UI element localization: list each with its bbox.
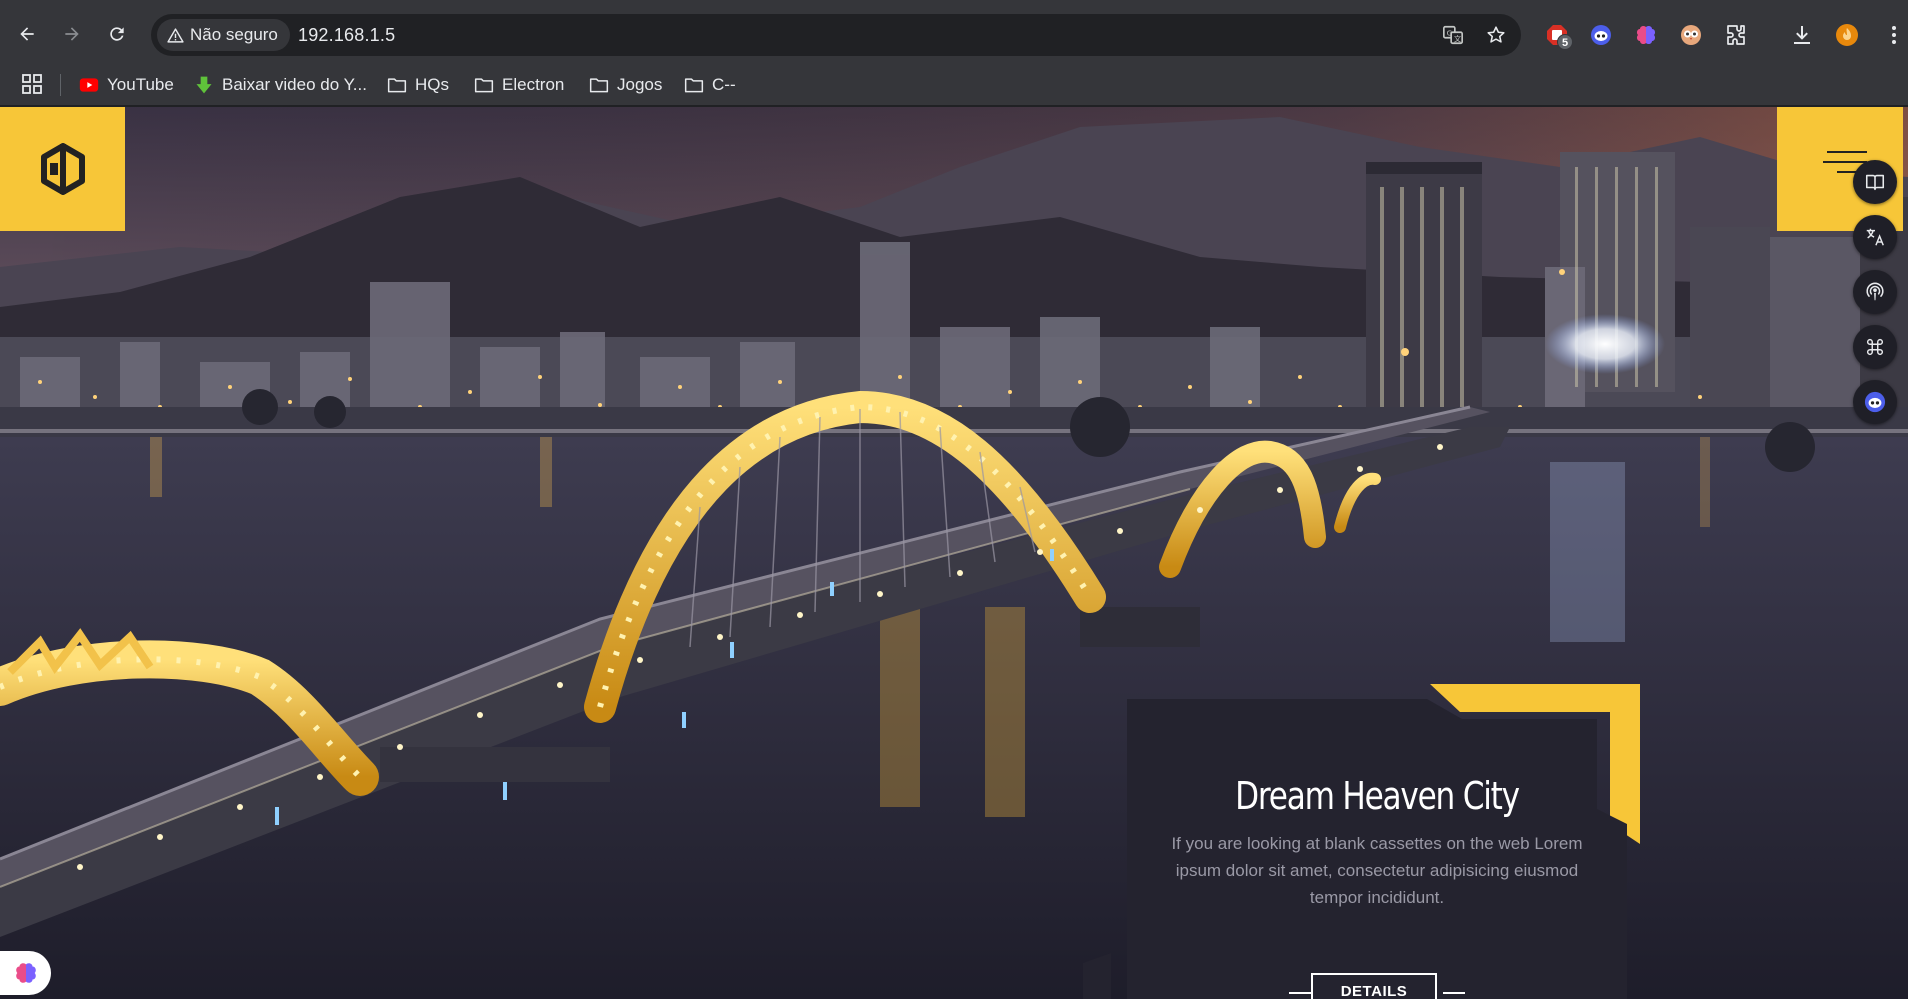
url-text[interactable]: 192.168.1.5 [298,25,395,46]
extension-badge: 5 [1557,34,1573,50]
bookmarks-divider [60,74,61,96]
address-bar[interactable]: Não seguro 192.168.1.5 G文 [151,14,1521,56]
robot-icon [1864,391,1886,413]
bookmark-label: Jogos [617,75,663,94]
bookmark-folder-electron[interactable]: Electron [474,72,564,98]
decor-line-left [1289,992,1311,994]
warning-icon [167,27,184,43]
profile-button[interactable] [1833,21,1861,49]
browser-toolbar: Não seguro 192.168.1.5 G文 5 [0,0,1908,70]
extensions-menu-button[interactable] [1722,21,1750,49]
card-title: Dream Heaven City [1235,774,1520,818]
site-logo[interactable] [0,107,125,231]
robot-face-icon [1591,25,1611,45]
downloads-button[interactable] [1788,21,1816,49]
rail-reader-button[interactable] [1853,160,1897,204]
podcast-icon [1866,282,1884,301]
rail-translate-button[interactable] [1853,215,1897,259]
details-button-group: DETAILS [1289,973,1465,999]
feature-card: Dream Heaven City If you are looking at … [1127,699,1627,999]
bookmark-folder-hqs[interactable]: HQs [387,72,449,98]
reload-icon [110,27,124,41]
bookmark-folder-c[interactable]: C-- [684,72,736,98]
avatar-icon [1836,24,1858,46]
forward-button[interactable] [55,17,89,51]
kebab-menu-icon [1892,26,1896,44]
translate-page-button[interactable]: G文 [1441,23,1465,47]
folder-icon [684,78,704,93]
command-icon [1866,338,1884,356]
folder-icon [387,78,407,93]
bookmark-star-button[interactable] [1484,23,1508,47]
book-icon [1865,174,1885,191]
youtube-icon [79,78,99,92]
download-icon [1794,26,1810,44]
svg-text:文: 文 [1454,34,1462,43]
logo-mark-icon [40,143,85,195]
page-viewport: Dream Heaven City If you are looking at … [0,107,1908,999]
card-description: If you are looking at blank cassettes on… [1171,834,1583,907]
bookmark-youtube[interactable]: YouTube [79,72,174,98]
extension-owl[interactable] [1677,21,1705,49]
extension-adblock[interactable]: 5 [1543,21,1573,50]
reload-button[interactable] [100,17,134,51]
arrow-left-icon [20,27,34,41]
bookmark-video-downloader[interactable]: Baixar video do Y... [194,72,367,98]
bookmarks-bar: YouTube Baixar video do Y... HQs Electro… [0,64,1908,106]
brain-icon [1636,25,1656,45]
bookmark-label: Baixar video do Y... [222,75,367,94]
bookmark-label: YouTube [107,75,174,94]
puzzle-icon [1727,25,1745,45]
extension-robot[interactable] [1587,21,1615,49]
bookmark-label: HQs [415,75,449,94]
brain-icon [15,963,36,983]
browser-menu-button[interactable] [1880,21,1908,49]
download-arrow-icon [196,76,212,94]
arrow-right-icon [65,27,79,41]
owl-icon [1681,25,1701,45]
folder-icon [474,78,494,93]
apps-grid-icon[interactable] [20,72,44,96]
rail-assistant-button[interactable] [1853,380,1897,424]
bookmark-folder-jogos[interactable]: Jogos [589,72,662,98]
extension-brain[interactable] [1632,21,1660,49]
star-icon [1487,26,1505,43]
translate-icon [1866,228,1884,246]
translate-icon: G文 [1443,25,1463,45]
decor-line-right [1443,992,1465,994]
bookmark-label: C-- [712,75,736,94]
rail-podcast-button[interactable] [1853,270,1897,314]
rail-tools-button[interactable] [1853,325,1897,369]
folder-icon [589,78,609,93]
bookmark-label: Electron [502,75,565,94]
floating-assistant-button[interactable] [0,951,51,995]
security-chip[interactable]: Não seguro [157,19,290,51]
back-button[interactable] [10,17,44,51]
details-button[interactable]: DETAILS [1311,973,1437,999]
security-label: Não seguro [190,25,278,44]
